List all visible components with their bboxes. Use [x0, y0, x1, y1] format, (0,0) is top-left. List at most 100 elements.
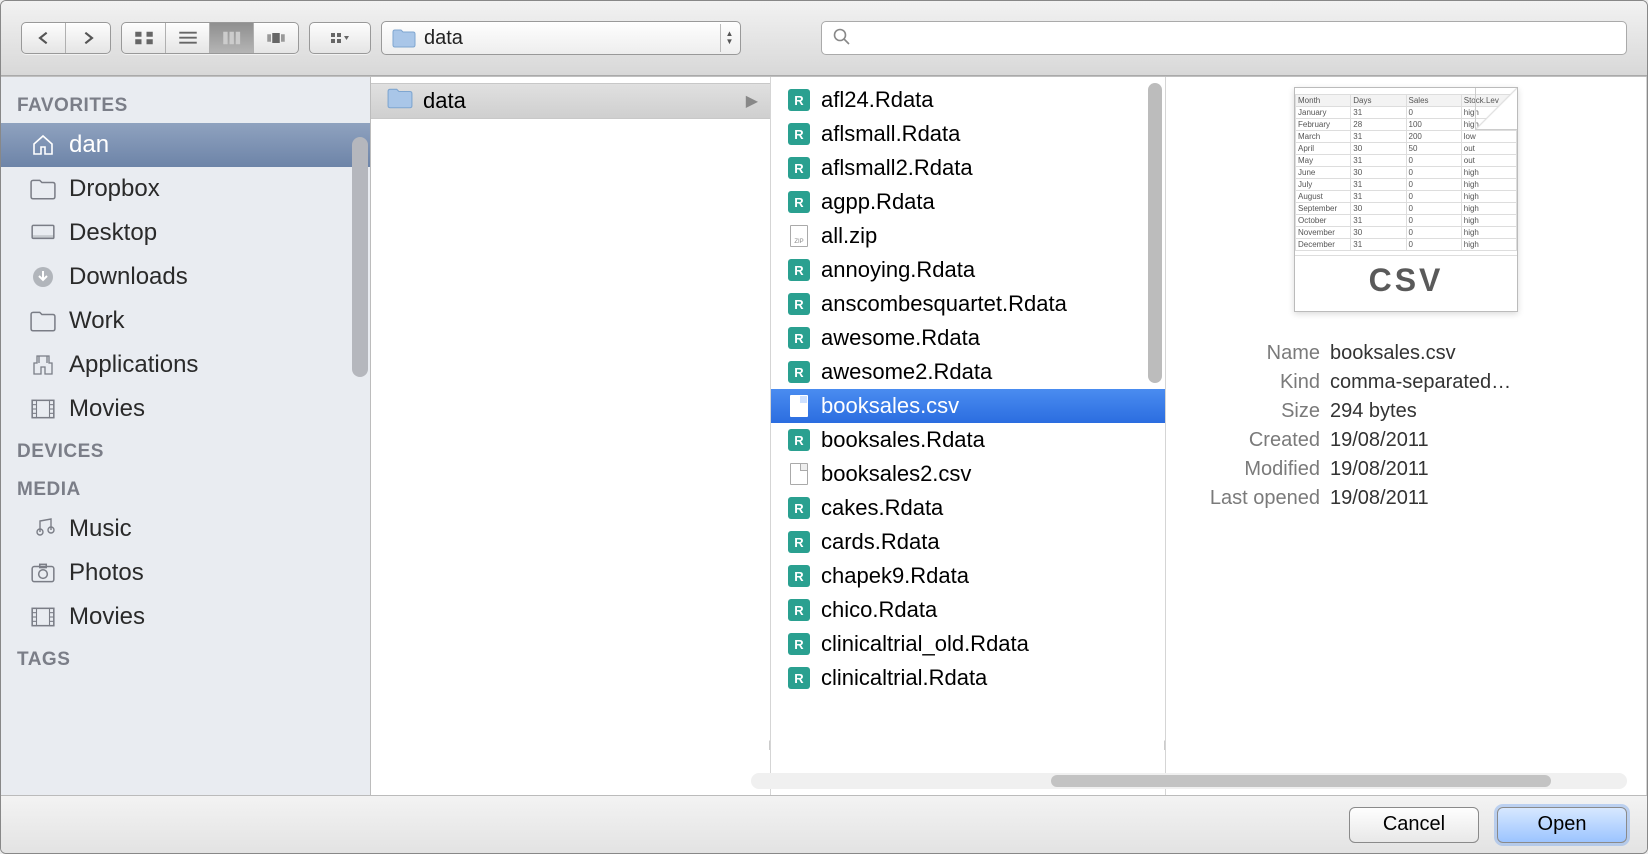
sidebar-item-work[interactable]: Work: [1, 299, 370, 343]
sidebar-item-photos[interactable]: Photos: [1, 551, 370, 595]
folder-icon: [392, 28, 416, 48]
rdata-file-icon: R: [787, 190, 811, 214]
folder-icon: [387, 87, 413, 115]
file-name: booksales2.csv: [821, 461, 971, 487]
meta-modified-label: Modified: [1180, 458, 1320, 481]
sidebar-scrollbar[interactable]: [352, 137, 368, 785]
sidebar-item-movies[interactable]: Movies: [1, 387, 370, 431]
open-button[interactable]: Open: [1497, 807, 1627, 843]
music-icon: [29, 516, 57, 542]
column-resize-handle[interactable]: ||: [764, 735, 771, 755]
cancel-button[interactable]: Cancel: [1349, 807, 1479, 843]
file-name: booksales.csv: [821, 393, 959, 419]
preview-td: September: [1296, 203, 1351, 215]
preview-td: June: [1296, 167, 1351, 179]
preview-td: 0: [1406, 155, 1461, 167]
preview-td: high: [1461, 179, 1516, 191]
column-resize-handle[interactable]: ||: [1159, 735, 1166, 755]
rdata-file-icon: R: [787, 666, 811, 690]
meta-created-value: 19/08/2011: [1330, 429, 1632, 452]
sidebar-item-downloads[interactable]: Downloads: [1, 255, 370, 299]
search-field[interactable]: [821, 21, 1627, 55]
rdata-file-icon: R: [787, 326, 811, 350]
file-row[interactable]: Rcards.Rdata: [771, 525, 1165, 559]
file-row[interactable]: booksales2.csv: [771, 457, 1165, 491]
view-icons-button[interactable]: [122, 23, 166, 53]
column-1: data ▶ ||: [371, 77, 771, 795]
sidebar-item-music[interactable]: Music: [1, 507, 370, 551]
view-coverflow-button[interactable]: [254, 23, 298, 53]
sidebar-item-label: Downloads: [69, 263, 188, 291]
file-row[interactable]: Rclinicaltrial.Rdata: [771, 661, 1165, 695]
preview-td: April: [1296, 143, 1351, 155]
folder-label: data: [423, 88, 466, 114]
file-row[interactable]: Rcakes.Rdata: [771, 491, 1165, 525]
desktop-icon: [29, 220, 57, 246]
file-name: chapek9.Rdata: [821, 563, 969, 589]
preview-td: 0: [1406, 227, 1461, 239]
rdata-file-icon: R: [787, 530, 811, 554]
file-row[interactable]: Rafl24.Rdata: [771, 83, 1165, 117]
chevron-right-icon: ▶: [746, 91, 758, 111]
file-row[interactable]: Raflsmall2.Rdata: [771, 151, 1165, 185]
file-name: all.zip: [821, 223, 877, 249]
meta-created-label: Created: [1180, 429, 1320, 452]
file-name: booksales.Rdata: [821, 427, 985, 453]
meta-size-label: Size: [1180, 400, 1320, 423]
file-preview-thumbnail: MonthDaysSalesStock.LevJanuary310highFeb…: [1294, 87, 1518, 312]
photos-icon: [29, 560, 57, 586]
view-list-button[interactable]: [166, 23, 210, 53]
apps-icon: [29, 352, 57, 378]
arrange-menu[interactable]: [309, 22, 371, 54]
file-row[interactable]: Rchapek9.Rdata: [771, 559, 1165, 593]
sidebar-item-dropbox[interactable]: Dropbox: [1, 167, 370, 211]
file-name: clinicaltrial.Rdata: [821, 665, 987, 691]
file-name: anscombesquartet.Rdata: [821, 291, 1067, 317]
preview-td: 0: [1406, 107, 1461, 119]
search-input[interactable]: [858, 28, 1616, 49]
horizontal-scrollbar[interactable]: [751, 773, 1627, 789]
preview-td: 30: [1351, 203, 1406, 215]
meta-kind-label: Kind: [1180, 371, 1320, 394]
file-row[interactable]: Rawesome2.Rdata: [771, 355, 1165, 389]
path-dropdown[interactable]: data ▲▼: [381, 21, 741, 55]
sidebar-item-dan[interactable]: dan: [1, 123, 370, 167]
column-2: Rafl24.RdataRaflsmall.RdataRaflsmall2.Rd…: [771, 77, 1166, 795]
file-row[interactable]: Raflsmall.Rdata: [771, 117, 1165, 151]
back-button[interactable]: [22, 23, 66, 53]
file-list-scrollbar[interactable]: [1148, 83, 1162, 383]
file-row[interactable]: Rannoying.Rdata: [771, 253, 1165, 287]
file-row[interactable]: Ragpp.Rdata: [771, 185, 1165, 219]
nav-back-forward: [21, 22, 111, 54]
preview-td: high: [1461, 215, 1516, 227]
rdata-file-icon: R: [787, 258, 811, 282]
file-row[interactable]: Ranscombesquartet.Rdata: [771, 287, 1165, 321]
file-row[interactable]: booksales.csv: [771, 389, 1165, 423]
sidebar-item-desktop[interactable]: Desktop: [1, 211, 370, 255]
view-columns-button[interactable]: [210, 23, 254, 53]
preview-td: March: [1296, 131, 1351, 143]
csv-badge: CSV: [1295, 255, 1517, 301]
sidebar-item-label: Music: [69, 515, 132, 543]
file-row[interactable]: Rbooksales.Rdata: [771, 423, 1165, 457]
file-row[interactable]: Rawesome.Rdata: [771, 321, 1165, 355]
file-row[interactable]: all.zip: [771, 219, 1165, 253]
meta-kind-value: comma-separated…: [1330, 371, 1632, 394]
sidebar-item-applications[interactable]: Applications: [1, 343, 370, 387]
folder-row-data[interactable]: data ▶: [371, 83, 770, 119]
preview-td: 100: [1406, 119, 1461, 131]
preview-td: 0: [1406, 215, 1461, 227]
preview-td: 0: [1406, 203, 1461, 215]
preview-td: high: [1461, 239, 1516, 251]
file-row[interactable]: Rchico.Rdata: [771, 593, 1165, 627]
file-row[interactable]: Rclinicaltrial_old.Rdata: [771, 627, 1165, 661]
preview-td: May: [1296, 155, 1351, 167]
rdata-file-icon: R: [787, 632, 811, 656]
file-name: cards.Rdata: [821, 529, 940, 555]
column-browser: data ▶ || Rafl24.RdataRaflsmall.RdataRaf…: [371, 77, 1647, 795]
forward-button[interactable]: [66, 23, 110, 53]
preview-td: 0: [1406, 239, 1461, 251]
zip-file-icon: [787, 224, 811, 248]
preview-td: out: [1461, 143, 1516, 155]
sidebar-item-movies[interactable]: Movies: [1, 595, 370, 639]
